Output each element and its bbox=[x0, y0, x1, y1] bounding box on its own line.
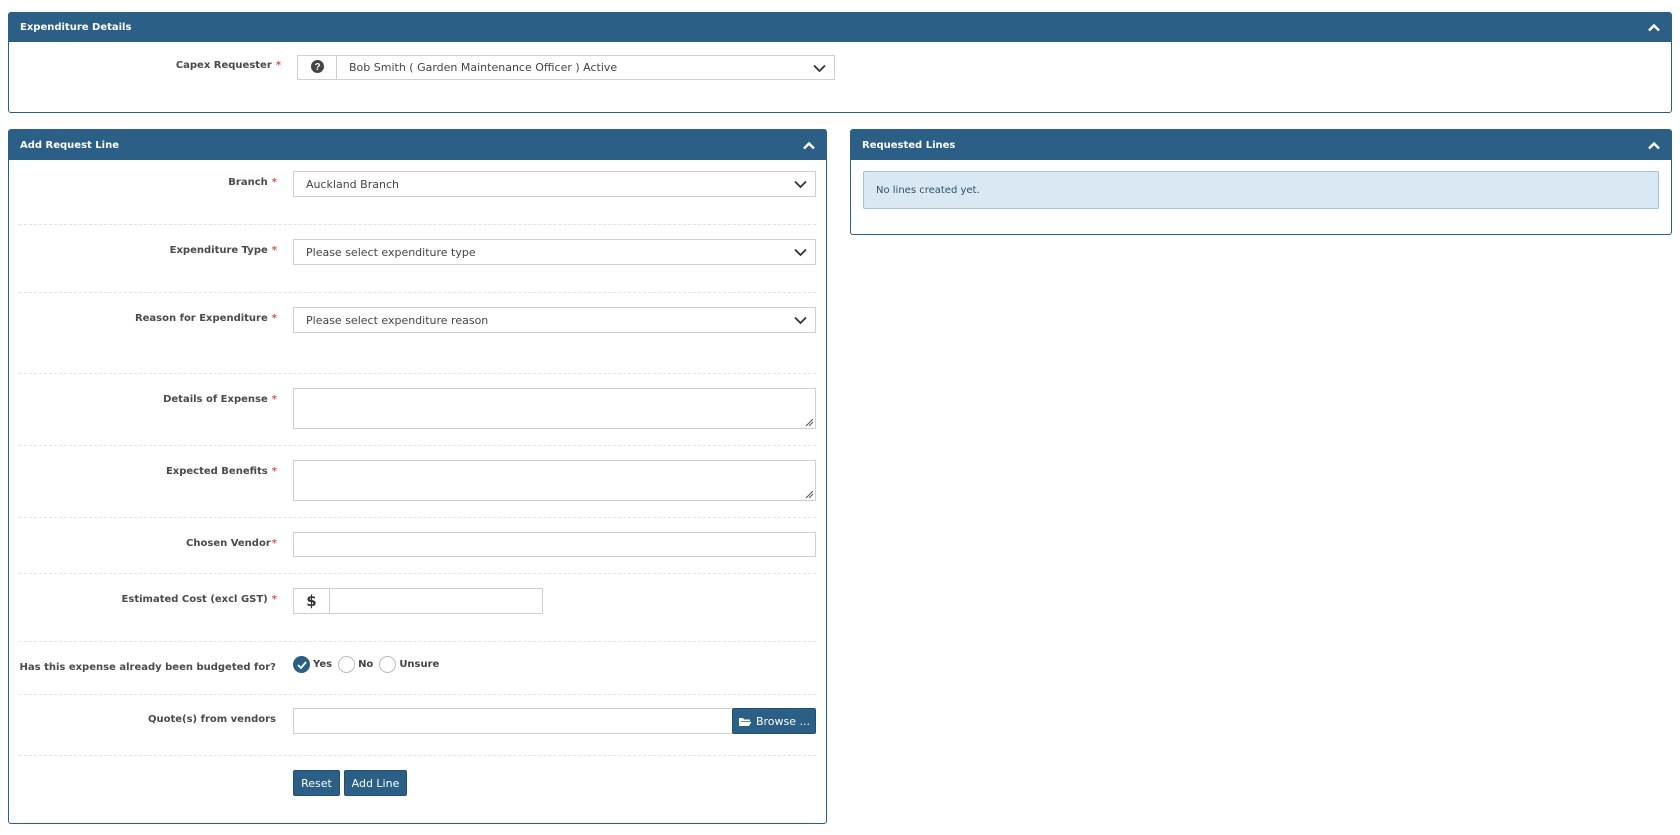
reason-label: Reason for Expenditure * bbox=[134, 313, 277, 324]
divider bbox=[19, 573, 816, 574]
divider bbox=[19, 292, 816, 293]
collapse-icon[interactable] bbox=[1643, 17, 1665, 39]
divider bbox=[19, 517, 816, 518]
budgeted-radio-group: Yes No Unsure bbox=[293, 656, 445, 673]
add-request-line-header: Add Request Line bbox=[9, 130, 826, 160]
branch-label: Branch * bbox=[228, 177, 277, 188]
collapse-icon[interactable] bbox=[798, 134, 820, 156]
check-icon bbox=[296, 660, 307, 669]
vendor-label: Chosen Vendor* bbox=[186, 538, 277, 549]
empty-lines-message: No lines created yet. bbox=[876, 184, 980, 196]
expenditure-type-select[interactable]: Please select expenditure type bbox=[293, 239, 816, 265]
radio-unsure-label: Unsure bbox=[399, 659, 440, 670]
expenditure-details-title: Expenditure Details bbox=[20, 22, 132, 33]
reset-button[interactable]: Reset bbox=[293, 770, 340, 796]
add-line-label: Add Line bbox=[351, 776, 400, 790]
browse-label: Browse ... bbox=[755, 714, 811, 728]
benefits-label: Expected Benefits * bbox=[165, 466, 277, 477]
expenditure-details-header: Expenditure Details bbox=[9, 13, 1671, 42]
currency-addon: $ bbox=[293, 588, 330, 614]
add-request-line-panel: Add Request Line Branch * Auckland Branch… bbox=[8, 129, 827, 824]
chevron-down-icon bbox=[794, 316, 807, 325]
divider bbox=[19, 373, 816, 374]
details-label: Details of Expense * bbox=[163, 394, 277, 405]
chevron-down-icon bbox=[794, 248, 807, 257]
reset-label: Reset bbox=[301, 776, 332, 790]
branch-select[interactable]: Auckland Branch bbox=[293, 171, 816, 197]
reason-placeholder: Please select expenditure reason bbox=[306, 313, 489, 327]
radio-yes[interactable] bbox=[293, 656, 310, 673]
svg-text:?: ? bbox=[314, 62, 320, 73]
radio-no[interactable] bbox=[338, 656, 356, 673]
chevron-down-icon bbox=[813, 64, 826, 73]
resize-grip-icon[interactable] bbox=[804, 417, 814, 427]
dollar-icon: $ bbox=[306, 592, 317, 610]
divider bbox=[19, 755, 816, 756]
add-line-button[interactable]: Add Line bbox=[344, 770, 407, 796]
requested-lines-panel: Requested Lines No lines created yet. bbox=[850, 129, 1672, 235]
help-button[interactable]: ? bbox=[297, 55, 337, 80]
divider bbox=[19, 694, 816, 695]
benefits-textarea[interactable] bbox=[293, 460, 816, 501]
divider bbox=[19, 445, 816, 446]
capex-requester-label: Capex Requester * bbox=[175, 60, 281, 71]
vendor-input[interactable] bbox=[293, 532, 816, 557]
add-request-line-title: Add Request Line bbox=[20, 139, 119, 151]
reason-select[interactable]: Please select expenditure reason bbox=[293, 307, 816, 333]
cost-input[interactable] bbox=[329, 588, 543, 614]
budgeted-label: Has this expense already been budgeted f… bbox=[19, 662, 276, 673]
expenditure-type-label: Expenditure Type * bbox=[169, 245, 277, 256]
details-textarea[interactable] bbox=[293, 388, 816, 429]
radio-no-label: No bbox=[358, 659, 374, 670]
radio-unsure[interactable] bbox=[379, 656, 397, 673]
requested-lines-title: Requested Lines bbox=[862, 139, 956, 151]
quotes-label: Quote(s) from vendors bbox=[147, 714, 276, 725]
divider bbox=[19, 224, 816, 225]
chevron-down-icon bbox=[794, 180, 807, 189]
radio-yes-label: Yes bbox=[313, 659, 333, 670]
folder-open-icon bbox=[738, 717, 752, 726]
quotes-file-input[interactable] bbox=[293, 708, 733, 734]
question-circle-icon: ? bbox=[310, 59, 324, 77]
divider bbox=[19, 641, 816, 642]
requested-lines-header: Requested Lines bbox=[851, 130, 1671, 160]
resize-grip-icon[interactable] bbox=[804, 489, 814, 499]
empty-lines-alert: No lines created yet. bbox=[863, 171, 1659, 209]
browse-button[interactable]: Browse ... bbox=[732, 708, 816, 734]
capex-requester-select[interactable]: Bob Smith ( Garden Maintenance Officer )… bbox=[336, 55, 835, 80]
branch-value: Auckland Branch bbox=[306, 177, 399, 191]
expenditure-type-placeholder: Please select expenditure type bbox=[306, 245, 476, 259]
expenditure-details-panel: Expenditure Details Capex Requester * ? B… bbox=[8, 12, 1672, 113]
capex-requester-value: Bob Smith ( Garden Maintenance Officer )… bbox=[349, 61, 618, 74]
cost-label: Estimated Cost (excl GST) * bbox=[121, 594, 277, 605]
collapse-icon[interactable] bbox=[1643, 134, 1665, 156]
